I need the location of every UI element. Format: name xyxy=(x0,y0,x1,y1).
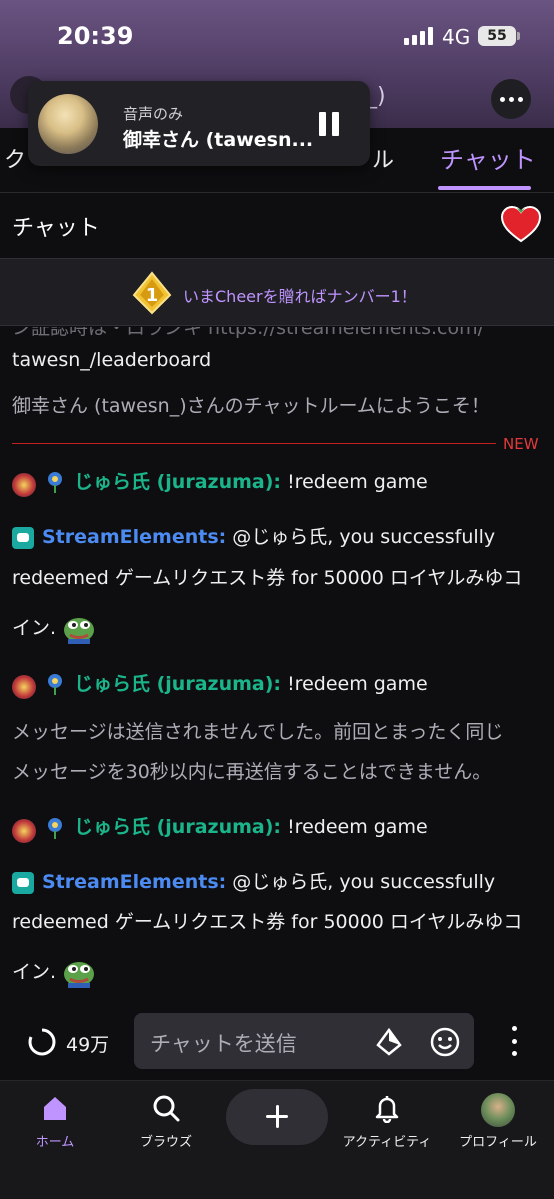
system-message: メッセージを30秒以内に再送信することはできません。 xyxy=(12,761,492,783)
status-time: 20:39 xyxy=(57,22,134,50)
nav-profile-label: プロフィール xyxy=(459,1135,537,1150)
chat-message: じゅら氏 (jurazuma): !redeem game xyxy=(74,812,428,839)
divider xyxy=(0,192,554,193)
flower-badge-icon xyxy=(48,674,62,695)
emote-picker-icon[interactable] xyxy=(429,1026,461,1058)
nav-activity[interactable]: アクティビティ xyxy=(337,1093,437,1150)
nav-browse-label: ブラウズ xyxy=(139,1135,192,1150)
chat-text: !redeem game xyxy=(287,471,428,493)
tab-chat[interactable]: チャット xyxy=(440,140,536,175)
new-label: NEW xyxy=(503,435,539,453)
flower-badge-icon xyxy=(48,818,62,839)
sub-badge-icon xyxy=(12,675,36,699)
chat-message: じゅら氏 (jurazuma): !redeem game xyxy=(74,467,428,494)
nav-home[interactable]: ホーム xyxy=(5,1093,105,1150)
chat-input[interactable]: チャットを送信 xyxy=(134,1013,474,1069)
pepe-emote-icon xyxy=(64,617,95,644)
chat-partial-line: ン証認時は・ロランキ https://streamelements.com/ xyxy=(12,327,484,339)
battery-icon: 55 xyxy=(478,26,520,46)
audio-player[interactable]: 音声のみ 御幸さん (tawesn... xyxy=(28,81,370,166)
chat-input-placeholder: チャットを送信 xyxy=(150,1032,297,1056)
tab-active-indicator xyxy=(438,186,531,190)
chat-message: StreamElements: @じゅら氏, you successfully xyxy=(42,522,495,549)
chat-text: redeemed ゲームリクエスト券 for 50000 ロイヤルみゆコ xyxy=(12,567,523,589)
tab-left-partial[interactable]: ク xyxy=(4,142,26,174)
pause-icon[interactable] xyxy=(319,112,341,136)
bits-icon[interactable] xyxy=(374,1027,404,1057)
flower-badge-icon xyxy=(48,472,62,493)
chat-list[interactable]: ン証認時は・ロランキ https://streamelements.com/ t… xyxy=(0,327,554,1010)
cheer-banner-text: いまCheerを贈ればナンバー1！ xyxy=(183,287,417,306)
rank-one-badge-icon: 1 xyxy=(132,271,172,315)
nav-home-label: ホーム xyxy=(35,1135,75,1150)
profile-avatar xyxy=(481,1093,515,1127)
chat-text: イン. xyxy=(12,617,57,639)
battery-level: 55 xyxy=(487,28,507,44)
chat-username[interactable]: じゅら氏 (jurazuma): xyxy=(74,673,281,695)
bot-badge-icon xyxy=(12,872,34,894)
nav-profile[interactable]: プロフィール xyxy=(448,1093,548,1150)
chat-message: じゅら氏 (jurazuma): !redeem game xyxy=(74,669,428,696)
system-message: メッセージは送信されませんでした。前回とまったく同じ xyxy=(12,721,504,743)
chat-username[interactable]: じゅら氏 (jurazuma): xyxy=(74,816,281,838)
welcome-message: 御幸さん (tawesn_)さんのチャットルームにようこそ！ xyxy=(12,395,490,417)
chat-username[interactable]: じゅら氏 (jurazuma): xyxy=(74,471,281,493)
tab-mid-partial[interactable]: ル xyxy=(372,142,394,174)
bot-badge-icon xyxy=(12,527,34,549)
chat-input-bar: 49万 チャットを送信 xyxy=(0,1010,554,1080)
chat-title: チャット xyxy=(12,216,100,241)
svg-text:1: 1 xyxy=(146,285,159,306)
bell-icon xyxy=(375,1096,399,1123)
chat-text: @じゅら氏, you successfully xyxy=(232,526,496,548)
chat-message: StreamElements: @じゅら氏, you successfully xyxy=(42,867,495,894)
bottom-navigation: ホーム ブラウズ アクティビティ プロフィール xyxy=(0,1080,554,1199)
sub-badge-icon xyxy=(12,819,36,843)
player-subtitle: 音声のみ xyxy=(123,105,184,123)
cheer-banner[interactable]: 1 いまCheerを贈ればナンバー1！ xyxy=(0,258,554,326)
chat-settings-button[interactable] xyxy=(510,1026,518,1056)
chat-message-tail: イン. xyxy=(12,957,96,988)
player-title: 御幸さん (tawesn... xyxy=(123,129,314,151)
chat-username[interactable]: StreamElements: xyxy=(42,526,226,548)
chat-username[interactable]: StreamElements: xyxy=(42,871,226,893)
chat-text: !redeem game xyxy=(287,673,428,695)
chat-line: tawesn_/leaderboard xyxy=(12,349,212,371)
status-bar: 20:39 4G 55 xyxy=(0,0,554,70)
nav-browse[interactable]: ブラウズ xyxy=(116,1093,216,1150)
chat-message-tail: イン. xyxy=(12,613,96,644)
chat-text: !redeem game xyxy=(287,816,428,838)
streamer-avatar xyxy=(38,94,98,154)
nav-activity-label: アクティビティ xyxy=(342,1135,432,1150)
new-messages-divider xyxy=(12,443,496,444)
home-icon xyxy=(44,1097,66,1120)
signal-icon xyxy=(404,27,433,45)
network-label: 4G xyxy=(442,25,471,49)
create-button[interactable] xyxy=(226,1089,328,1145)
chat-text: @じゅら氏, you successfully xyxy=(232,871,496,893)
chat-text: イン. xyxy=(12,961,57,983)
search-icon xyxy=(153,1095,180,1122)
channel-points-icon[interactable] xyxy=(27,1027,57,1057)
more-options-button[interactable] xyxy=(491,79,531,119)
channel-points-value[interactable]: 49万 xyxy=(66,1030,109,1057)
chat-text: redeemed ゲームリクエスト券 for 50000 ロイヤルみゆコ xyxy=(12,911,523,933)
pepe-emote-icon xyxy=(64,961,95,988)
sub-badge-icon xyxy=(12,473,36,497)
hype-heart-icon[interactable] xyxy=(500,204,542,244)
